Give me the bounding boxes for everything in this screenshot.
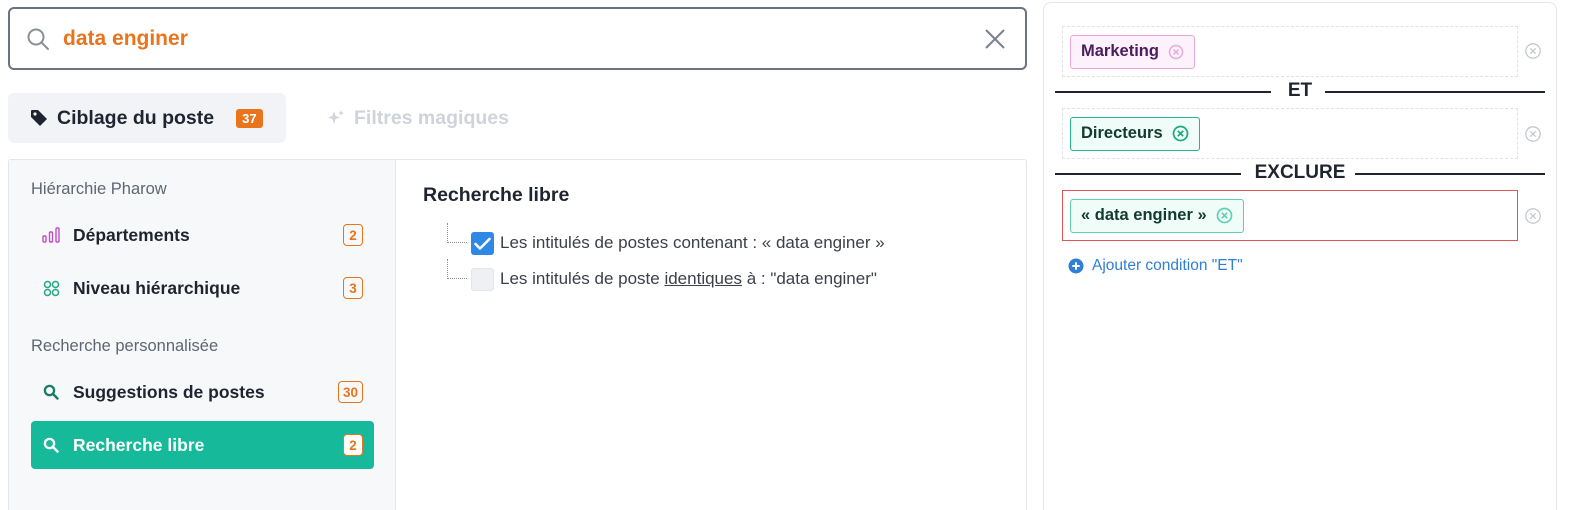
sidebar-item-suggestions-de-postes[interactable]: Suggestions de postes 30 — [31, 368, 374, 416]
checkbox-identical[interactable] — [471, 268, 494, 291]
tree-connector — [447, 223, 467, 243]
search-bar — [8, 7, 1027, 70]
remove-tag-icon[interactable] — [1216, 207, 1233, 224]
section-label: Hiérarchie Pharow — [31, 180, 167, 198]
tag-directeurs[interactable]: Directeurs — [1070, 116, 1200, 151]
search-icon — [41, 382, 61, 402]
tag-data-enginer[interactable]: « data enginer » — [1070, 198, 1244, 233]
count-badge: 37 — [236, 108, 263, 128]
option-label: Les intitulés de poste identiques à : "d… — [500, 269, 877, 289]
search-input[interactable] — [63, 18, 943, 59]
section-title: Recherche libre — [423, 184, 570, 206]
divider — [1355, 173, 1545, 175]
bar-chart-icon — [41, 225, 61, 245]
plus-circle-icon — [1068, 258, 1084, 274]
sidebar-item-label: Recherche libre — [73, 434, 205, 455]
sidebar-item-recherche-libre[interactable]: Recherche libre 2 — [31, 421, 374, 469]
sidebar-item-label: Suggestions de postes — [73, 381, 265, 402]
section-label: Recherche personnalisée — [31, 337, 219, 355]
tab-label: Ciblage du poste — [57, 106, 215, 129]
tag-label: Marketing — [1081, 42, 1159, 60]
option-label: Les intitulés de postes contenant : « da… — [500, 233, 885, 252]
tag-icon — [30, 109, 48, 127]
count-badge: 30 — [337, 381, 363, 403]
close-icon[interactable] — [983, 27, 1007, 51]
tab-ciblage-du-poste[interactable]: Ciblage du poste 37 — [8, 93, 286, 143]
search-icon — [41, 435, 61, 455]
sidebar: Hiérarchie Pharow Départements 2 Niveau … — [9, 160, 396, 510]
check-icon — [474, 237, 491, 250]
separator-et: ET — [1055, 80, 1545, 102]
tag-label: « data enginer » — [1081, 206, 1207, 224]
remove-condition-icon[interactable] — [1524, 207, 1542, 225]
count-badge: 3 — [343, 277, 363, 299]
tab-filtres-magiques[interactable]: Filtres magiques — [326, 93, 509, 143]
sidebar-item-departements[interactable]: Départements 2 — [31, 211, 374, 259]
add-and-label: Ajouter condition "ET" — [1092, 257, 1243, 274]
condition-row-exclude: « data enginer » — [1062, 190, 1518, 241]
separator-exclure: EXCLURE — [1055, 162, 1545, 184]
sparkle-icon — [326, 108, 346, 128]
tree-connector — [447, 259, 467, 279]
checkbox-contains[interactable] — [471, 232, 494, 255]
tag-marketing[interactable]: Marketing — [1070, 34, 1195, 69]
divider — [1325, 91, 1545, 93]
search-icon — [26, 27, 50, 51]
count-badge: 2 — [343, 224, 363, 246]
add-and-condition-button[interactable]: Ajouter condition "ET" — [1068, 257, 1243, 275]
sidebar-item-niveau-hierarchique[interactable]: Niveau hiérarchique 3 — [31, 264, 374, 312]
option-label-underlined: identiques — [664, 269, 742, 288]
condition-row: Marketing — [1062, 26, 1518, 77]
filter-panel: Hiérarchie Pharow Départements 2 Niveau … — [8, 159, 1027, 510]
grid-icon — [41, 278, 61, 298]
tag-label: Directeurs — [1081, 124, 1163, 142]
sidebar-item-label: Départements — [73, 224, 190, 245]
remove-condition-icon[interactable] — [1524, 125, 1542, 143]
sidebar-item-label: Niveau hiérarchique — [73, 277, 241, 298]
remove-tag-icon[interactable] — [1168, 44, 1184, 60]
option-label-suffix: à : "data enginer" — [741, 269, 877, 288]
count-badge: 2 — [343, 434, 363, 456]
content-area: Recherche libre Les intitulés de postes … — [397, 160, 1026, 510]
remove-tag-icon[interactable] — [1172, 125, 1189, 142]
conditions-panel: Marketing ET Directeurs EXCLURE « data e… — [1043, 2, 1557, 510]
tab-label: Filtres magiques — [354, 106, 509, 129]
remove-condition-icon[interactable] — [1524, 42, 1542, 60]
option-label-prefix: Les intitulés de poste — [500, 269, 665, 288]
condition-row: Directeurs — [1062, 108, 1518, 159]
